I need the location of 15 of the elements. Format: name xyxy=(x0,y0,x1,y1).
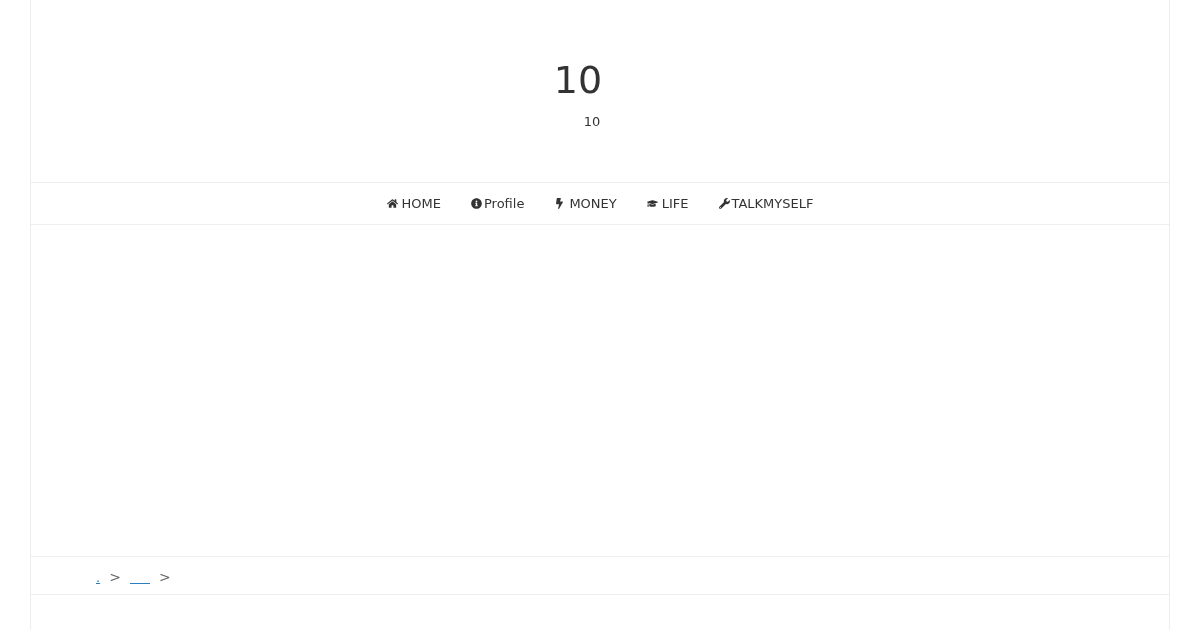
nav-link[interactable]: LIFE xyxy=(646,193,689,214)
lightning-bolt-icon xyxy=(554,198,566,209)
graduation-cap-icon xyxy=(646,198,658,209)
site-subtitle: 10 xyxy=(583,114,601,130)
breadcrumb-link[interactable]: . xyxy=(96,570,101,584)
home-icon xyxy=(386,198,398,209)
breadcrumb-separator: > xyxy=(158,570,171,584)
nav-link[interactable]: HOME xyxy=(386,193,441,214)
wrench-icon xyxy=(718,198,730,209)
nav-link[interactable]: Profile xyxy=(471,193,525,214)
info-icon xyxy=(471,198,482,209)
nav-link[interactable]: TALKMYSELF xyxy=(718,193,814,214)
site-title: 10 xyxy=(553,58,603,102)
nav-link[interactable]: MONEY xyxy=(554,193,617,214)
breadcrumb-separator: > xyxy=(109,570,121,584)
